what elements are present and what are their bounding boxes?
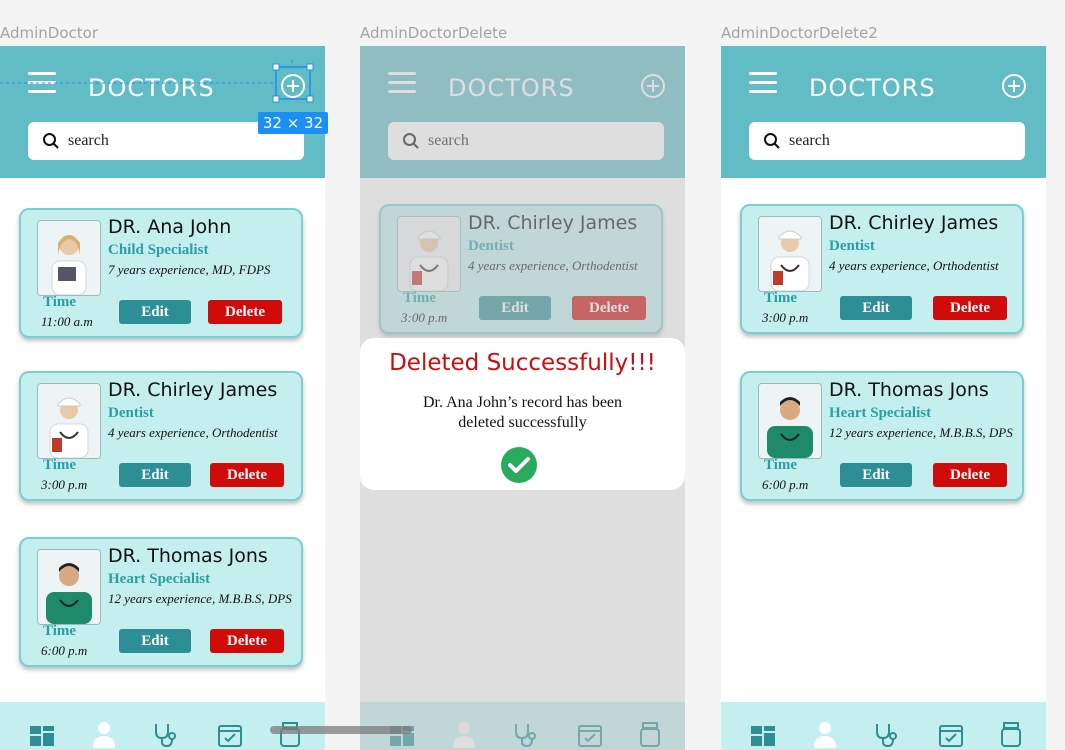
time-value: 3:00 p.m — [762, 310, 809, 325]
doctor-specialty: Heart Specialist — [829, 405, 932, 421]
dialog-title: Deleted Successfully!!! — [389, 350, 656, 376]
page-title: DOCTORS — [809, 74, 936, 102]
time-label: Time — [43, 623, 77, 639]
doctor-card: DR. Thomas Jons Heart Specialist 12 year… — [740, 371, 1024, 501]
time-value: 6:00 p.m — [762, 477, 809, 492]
frame-label: AdminDoctor — [0, 24, 99, 42]
doctor-photo — [37, 549, 101, 625]
doctor-card: DR. Ana John Child Specialist 7 years ex… — [19, 208, 303, 338]
doctor-name: DR. Ana John — [108, 216, 232, 238]
dialog-message: Dr. Ana John’s record has been deleted s… — [422, 394, 623, 431]
app-header: DOCTORS search — [721, 46, 1046, 178]
time-value: 6:00 p.m — [41, 643, 88, 658]
horizontal-scrollbar[interactable] — [270, 726, 412, 734]
doctor-experience: 4 years experience, Orthodentist — [108, 425, 278, 440]
size-badge: 32 × 32 — [258, 112, 328, 134]
add-doctor-icon[interactable] — [998, 70, 1030, 102]
check-circle-icon — [501, 447, 537, 483]
stethoscope-icon[interactable] — [871, 720, 899, 748]
bottom-nav — [721, 702, 1046, 750]
search-input[interactable]: search — [749, 122, 1025, 160]
edit-button[interactable]: Edit — [119, 463, 191, 487]
doctor-icon[interactable] — [811, 720, 839, 748]
time-label: Time — [43, 294, 77, 310]
menu-icon[interactable] — [749, 72, 777, 94]
search-icon — [764, 133, 780, 149]
time-label: Time — [764, 290, 798, 306]
dashboard-icon[interactable] — [749, 720, 777, 748]
doctor-experience: 12 years experience, M.B.B.S, DPS — [108, 591, 292, 606]
delete-button[interactable]: Delete — [933, 296, 1007, 320]
edit-button[interactable]: Edit — [119, 300, 191, 324]
doctor-name: DR. Thomas Jons — [108, 545, 268, 567]
dashboard-icon[interactable] — [28, 720, 56, 748]
success-dialog: Deleted Successfully!!! Dr. Ana John’s r… — [360, 338, 685, 490]
doctor-card: DR. Thomas Jons Heart Specialist 12 year… — [19, 537, 303, 667]
frame-label: AdminDoctorDelete — [360, 24, 508, 42]
delete-button[interactable]: Delete — [208, 300, 282, 324]
time-label: Time — [764, 457, 798, 473]
delete-button[interactable]: Delete — [933, 463, 1007, 487]
edit-button[interactable]: Edit — [119, 629, 191, 653]
doctor-photo — [758, 383, 822, 459]
doctor-specialty: Heart Specialist — [108, 571, 211, 587]
doctor-experience: 4 years experience, Orthodentist — [829, 258, 999, 273]
doctor-card: DR. Chirley James Dentist 4 years experi… — [19, 371, 303, 501]
medicine-icon[interactable] — [276, 720, 304, 748]
delete-button[interactable]: Delete — [210, 463, 284, 487]
doctor-name: DR. Chirley James — [829, 212, 999, 234]
doctor-photo — [758, 216, 822, 292]
doctor-name: DR. Thomas Jons — [829, 379, 989, 401]
doctor-specialty: Dentist — [829, 238, 875, 254]
admin-doctor-delete2-screen: DOCTORS search DR. Chirley James Dentist… — [721, 46, 1046, 750]
doctor-card: DR. Chirley James Dentist 4 years experi… — [740, 204, 1024, 334]
delete-button[interactable]: Delete — [210, 629, 284, 653]
admin-doctor-delete-screen: DOCTORS search DR. Chirley James — [360, 46, 685, 750]
time-value: 11:00 a.m — [41, 314, 93, 329]
stethoscope-icon[interactable] — [150, 720, 178, 748]
admin-doctor-screen: DOCTORS search DR. Ana John Child Specia… — [0, 46, 325, 750]
doctor-icon[interactable] — [90, 720, 118, 748]
medicine-icon[interactable] — [997, 720, 1025, 748]
time-label: Time — [43, 457, 77, 473]
doctor-specialty: Dentist — [108, 405, 154, 421]
doctor-name: DR. Chirley James — [108, 379, 278, 401]
edit-button[interactable]: Edit — [840, 463, 912, 487]
calendar-icon[interactable] — [937, 720, 965, 748]
doctor-experience: 12 years experience, M.B.B.S, DPS — [829, 425, 1013, 440]
time-value: 3:00 p.m — [41, 477, 88, 492]
search-icon — [43, 133, 59, 149]
calendar-icon[interactable] — [216, 720, 244, 748]
search-placeholder: search — [789, 132, 830, 149]
doctor-experience: 7 years experience, MD, FDPS — [108, 262, 271, 277]
search-placeholder: search — [68, 132, 109, 149]
doctor-photo — [37, 383, 101, 459]
frame-label: AdminDoctorDelete2 — [721, 24, 878, 42]
edit-button[interactable]: Edit — [840, 296, 912, 320]
doctor-specialty: Child Specialist — [108, 242, 209, 258]
doctor-photo — [37, 220, 101, 296]
selection-guides — [0, 60, 314, 103]
